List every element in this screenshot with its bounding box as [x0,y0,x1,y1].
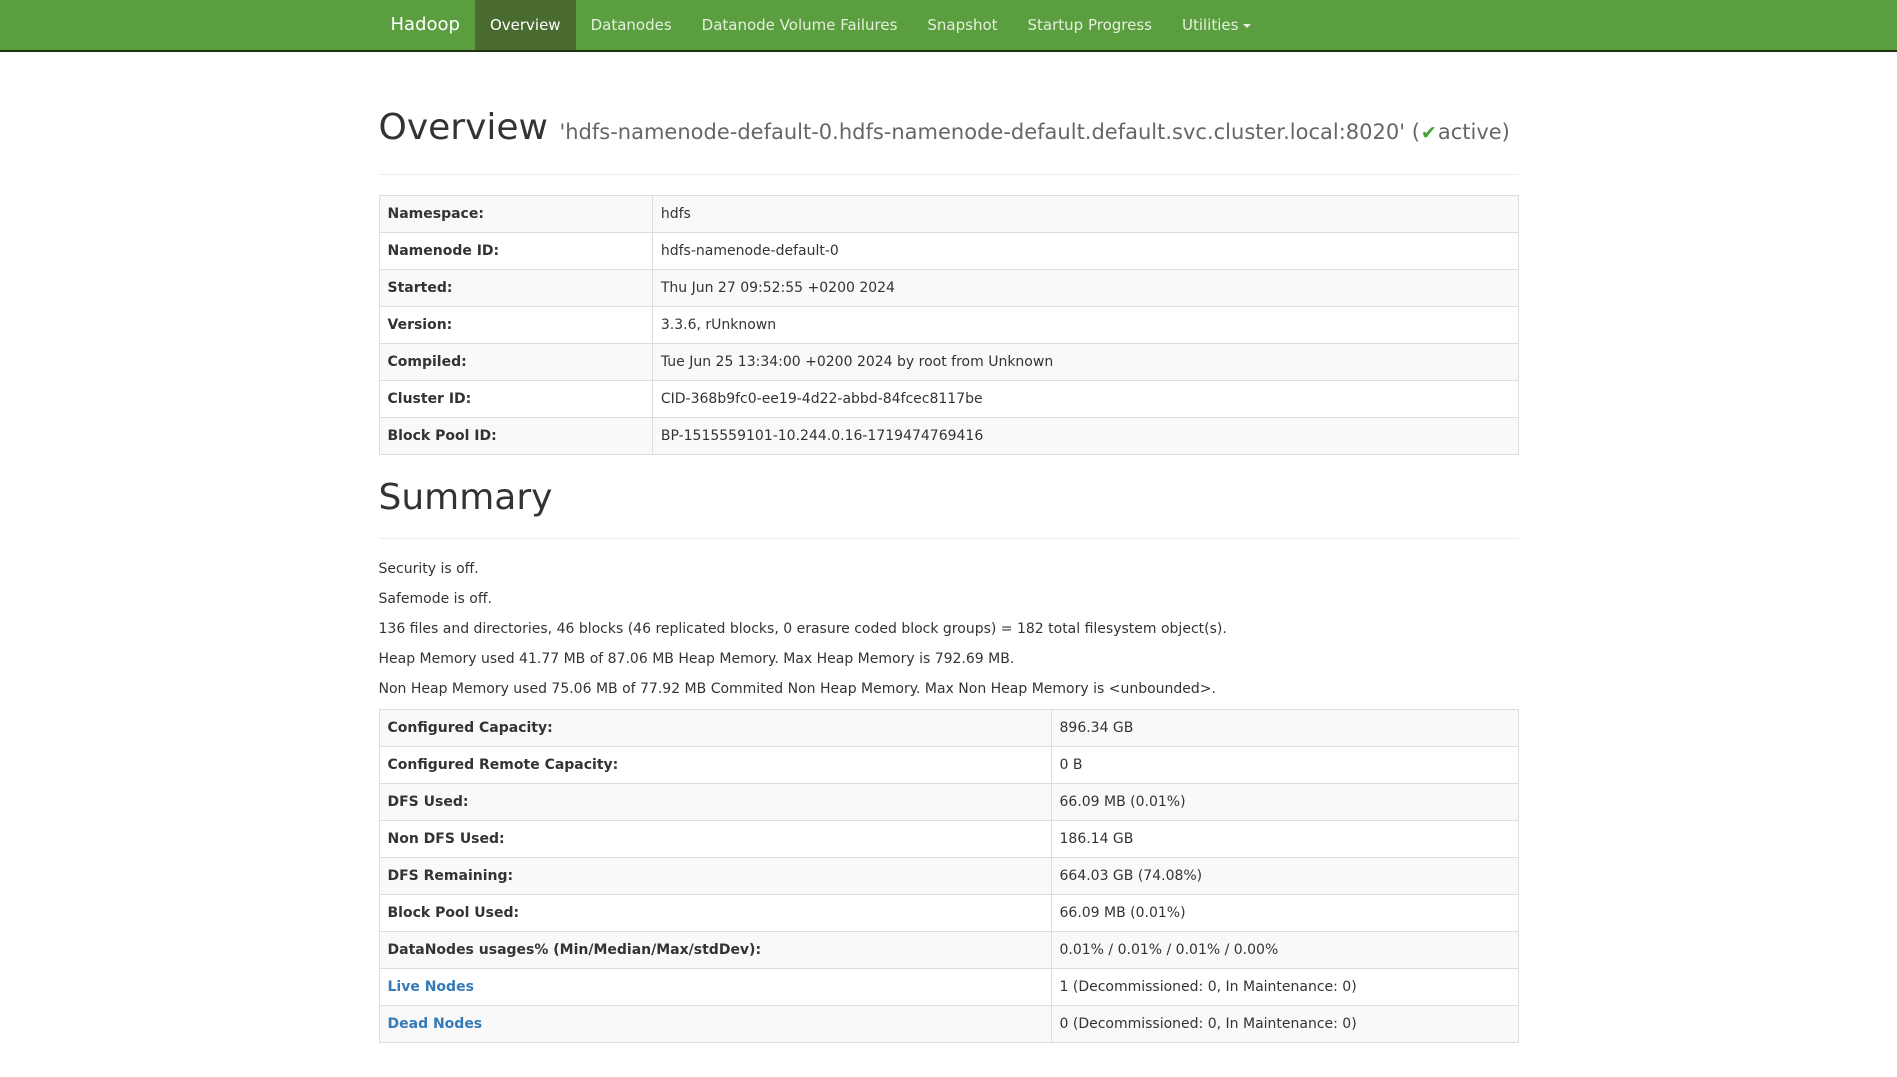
row-label: Version: [379,307,652,344]
nav-item-overview: Overview [475,0,576,50]
filesystem-objects-text: 136 files and directories, 46 blocks (46… [379,619,1519,639]
nav-link-datanodes[interactable]: Datanodes [576,0,687,50]
table-row: Namespace: hdfs [379,196,1518,233]
row-label: Configured Remote Capacity: [379,747,1051,784]
row-value: 664.03 GB (74.08%) [1051,858,1518,895]
table-row: DataNodes usages% (Min/Median/Max/stdDev… [379,932,1518,969]
non-heap-memory-text: Non Heap Memory used 75.06 MB of 77.92 M… [379,679,1519,699]
summary-heading: Summary [379,477,1519,518]
namenode-address: 'hdfs-namenode-default-0.hdfs-namenode-d… [559,120,1405,144]
security-status-text: Security is off. [379,559,1519,579]
row-value: Tue Jun 25 13:34:00 +0200 2024 by root f… [652,344,1518,381]
nav-item-datanodes: Datanodes [576,0,687,50]
row-value: hdfs [652,196,1518,233]
row-value: 66.09 MB (0.01%) [1051,784,1518,821]
page-title: Overview 'hdfs-namenode-default-0.hdfs-n… [379,102,1519,154]
nav-item-startup-progress: Startup Progress [1013,0,1167,50]
table-row: Live Nodes 1 (Decommissioned: 0, In Main… [379,969,1518,1006]
table-row: Configured Capacity: 896.34 GB [379,710,1518,747]
status-label: active) [1438,120,1510,144]
table-row: Non DFS Used: 186.14 GB [379,821,1518,858]
navbar-container: Hadoop Overview Datanodes Datanode Volum… [379,0,1519,50]
table-row: Block Pool ID: BP-1515559101-10.244.0.16… [379,418,1518,455]
nav-item-utilities: Utilities [1167,0,1266,50]
row-label: Non DFS Used: [379,821,1051,858]
table-row: Cluster ID: CID-368b9fc0-ee19-4d22-abbd-… [379,381,1518,418]
namenode-info-table: Namespace: hdfs Namenode ID: hdfs-nameno… [379,195,1519,455]
check-icon: ✔ [1420,122,1438,144]
caret-down-icon [1243,24,1251,28]
navbar: Hadoop Overview Datanodes Datanode Volum… [0,0,1897,52]
title-divider [379,174,1519,175]
row-value: 66.09 MB (0.01%) [1051,895,1518,932]
table-row: Dead Nodes 0 (Decommissioned: 0, In Main… [379,1006,1518,1043]
nav-link-datanode-volume-failures[interactable]: Datanode Volume Failures [687,0,913,50]
page-subtitle: 'hdfs-namenode-default-0.hdfs-namenode-d… [559,120,1509,144]
row-label: Cluster ID: [379,381,652,418]
utilities-label: Utilities [1182,16,1238,34]
nav-link-snapshot[interactable]: Snapshot [912,0,1012,50]
heap-memory-text: Heap Memory used 41.77 MB of 87.06 MB He… [379,649,1519,669]
table-row: Compiled: Tue Jun 25 13:34:00 +0200 2024… [379,344,1518,381]
row-label: Namenode ID: [379,233,652,270]
row-value: 186.14 GB [1051,821,1518,858]
page-title-text: Overview [379,107,549,148]
row-label: Block Pool Used: [379,895,1051,932]
row-label: Block Pool ID: [379,418,652,455]
row-value: Thu Jun 27 09:52:55 +0200 2024 [652,270,1518,307]
summary-table: Configured Capacity: 896.34 GB Configure… [379,709,1519,1043]
table-row: Started: Thu Jun 27 09:52:55 +0200 2024 [379,270,1518,307]
live-nodes-link[interactable]: Live Nodes [388,979,474,995]
row-value: 0.01% / 0.01% / 0.01% / 0.00% [1051,932,1518,969]
row-label: Configured Capacity: [379,710,1051,747]
nav-item-snapshot: Snapshot [912,0,1012,50]
row-label: DFS Remaining: [379,858,1051,895]
row-value: 0 (Decommissioned: 0, In Maintenance: 0) [1051,1006,1518,1043]
table-row: DFS Remaining: 664.03 GB (74.08%) [379,858,1518,895]
namenode-status: (✔active) [1412,120,1510,144]
row-label: Live Nodes [379,969,1051,1006]
row-label: DataNodes usages% (Min/Median/Max/stdDev… [379,932,1051,969]
row-label: Dead Nodes [379,1006,1051,1043]
row-value: 3.3.6, rUnknown [652,307,1518,344]
row-label: Started: [379,270,652,307]
brand-link[interactable]: Hadoop [379,0,475,50]
table-row: Namenode ID: hdfs-namenode-default-0 [379,233,1518,270]
table-row: Version: 3.3.6, rUnknown [379,307,1518,344]
nav-menu: Overview Datanodes Datanode Volume Failu… [475,0,1267,50]
nav-link-utilities-dropdown[interactable]: Utilities [1167,0,1266,50]
table-row: Block Pool Used: 66.09 MB (0.01%) [379,895,1518,932]
row-label: Compiled: [379,344,652,381]
row-value: CID-368b9fc0-ee19-4d22-abbd-84fcec8117be [652,381,1518,418]
nav-link-overview[interactable]: Overview [475,0,576,50]
table-row: DFS Used: 66.09 MB (0.01%) [379,784,1518,821]
nav-item-datanode-volume-failures: Datanode Volume Failures [687,0,913,50]
row-value: hdfs-namenode-default-0 [652,233,1518,270]
status-open-paren: ( [1412,120,1420,144]
main-content: Overview 'hdfs-namenode-default-0.hdfs-n… [379,102,1519,1043]
row-value: BP-1515559101-10.244.0.16-1719474769416 [652,418,1518,455]
row-label: DFS Used: [379,784,1051,821]
nav-link-startup-progress[interactable]: Startup Progress [1013,0,1167,50]
row-label: Namespace: [379,196,652,233]
summary-divider [379,538,1519,539]
table-row: Configured Remote Capacity: 0 B [379,747,1518,784]
row-value: 1 (Decommissioned: 0, In Maintenance: 0) [1051,969,1518,1006]
row-value: 0 B [1051,747,1518,784]
dead-nodes-link[interactable]: Dead Nodes [388,1016,483,1032]
safemode-status-text: Safemode is off. [379,589,1519,609]
row-value: 896.34 GB [1051,710,1518,747]
